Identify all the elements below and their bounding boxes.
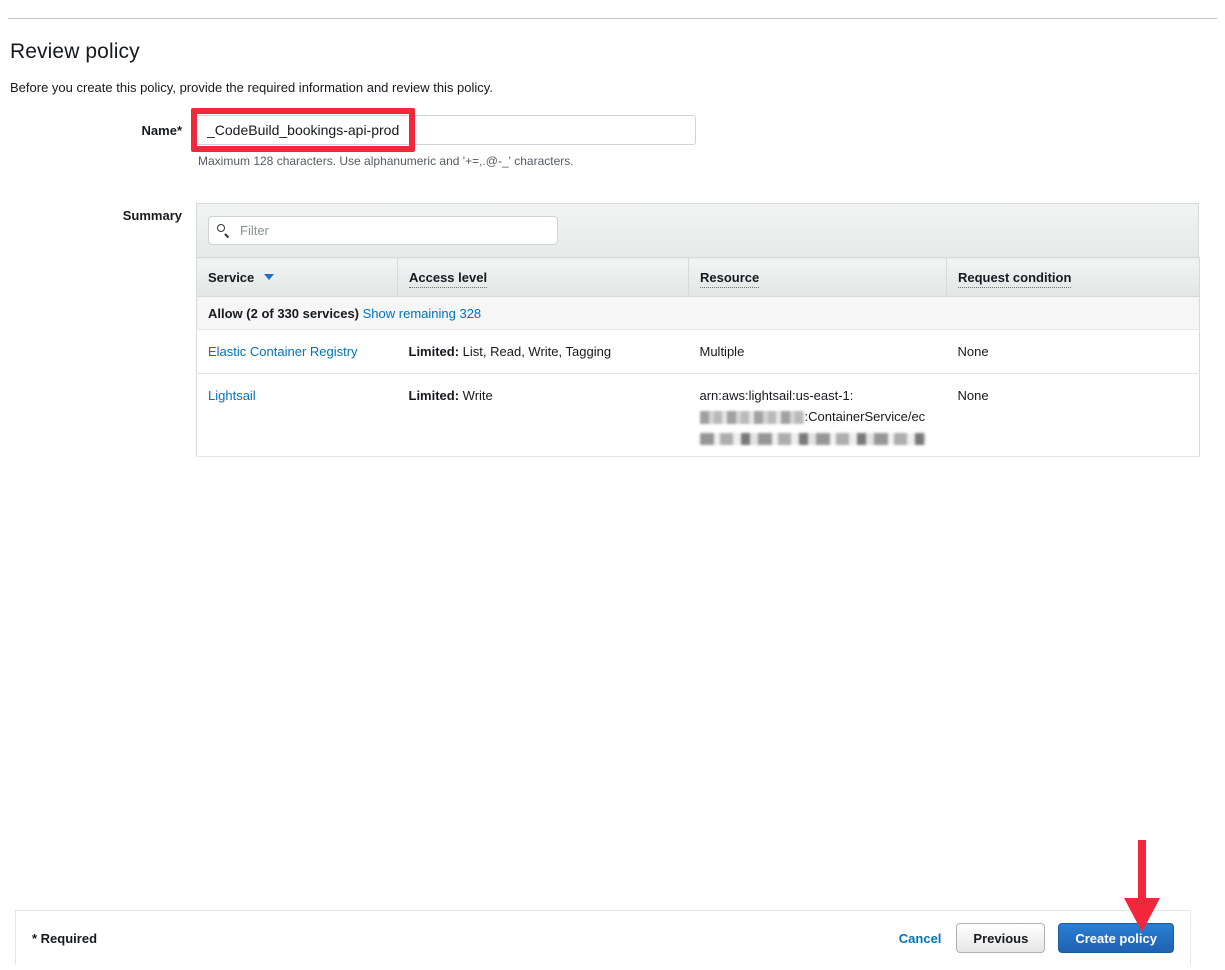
column-header-access-level[interactable]: Access level [397,257,689,297]
caret-down-icon [263,274,274,281]
column-header-service[interactable]: Service [196,257,398,297]
column-header-access-level-label: Access level [409,269,488,288]
redacted-resource-remainder [699,433,926,445]
summary-label: Summary [122,208,182,223]
permissions-summary-table: Service Access level Resource Request co… [196,257,1200,457]
allow-group-cell: Allow (2 of 330 services) Show remaining… [196,296,1200,330]
show-remaining-services-link[interactable]: Show remaining 328 [363,306,482,321]
table-row: Elastic Container Registry Limited: List… [196,329,1200,374]
name-field-label: Name* [141,123,182,138]
request-condition-value: None [957,344,989,359]
cancel-button[interactable]: Cancel [897,927,944,950]
footer-action-bar: * Required Cancel Previous Create policy [15,910,1191,965]
access-level-label: Limited: [408,344,460,359]
service-link-elastic-container-registry[interactable]: Elastic Container Registry [208,344,358,359]
resource-value: Multiple [699,344,745,359]
name-field-hint: Maximum 128 characters. Use alphanumeric… [198,154,574,168]
filter-input-wrapper[interactable] [208,216,558,245]
row-access-level-cell: Limited: List, Read, Write, Tagging [397,329,689,374]
create-policy-button[interactable]: Create policy [1058,923,1174,953]
column-header-resource[interactable]: Resource [688,257,947,297]
column-header-request-condition[interactable]: Request condition [946,257,1200,297]
resource-arn-suffix: :ContainerService/ec [804,409,926,424]
allow-group-row: Allow (2 of 330 services) Show remaining… [196,296,1200,330]
footer-button-group: Cancel Previous Create policy [897,923,1174,953]
required-note: * Required [32,930,98,946]
column-header-request-condition-label: Request condition [958,269,1072,288]
search-icon [217,223,231,238]
column-header-service-label: Service [208,269,255,285]
resource-arn-prefix: arn:aws:lightsail:us-east-1: [699,388,854,403]
redacted-account-id [699,411,805,425]
top-divider [8,18,1217,19]
service-link-lightsail[interactable]: Lightsail [208,388,256,403]
page-title: Review policy [10,40,140,63]
table-row: Lightsail Limited: Write arn:aws:lightsa… [196,373,1200,457]
row-resource-cell: Multiple [688,329,947,374]
column-header-resource-label: Resource [700,269,760,288]
row-resource-cell: arn:aws:lightsail:us-east-1::ContainerSe… [688,373,947,457]
row-service-cell: Elastic Container Registry [196,329,398,374]
filter-input[interactable] [238,222,549,239]
summary-filter-bar [196,203,1199,257]
page-subtitle: Before you create this policy, provide t… [10,80,493,95]
row-service-cell: Lightsail [196,373,398,457]
access-level-value: Write [459,388,493,403]
row-request-condition-cell: None [946,329,1200,374]
request-condition-value: None [957,388,989,403]
table-header-row: Service Access level Resource Request co… [196,257,1200,297]
previous-button[interactable]: Previous [956,923,1046,953]
access-level-value: List, Read, Write, Tagging [459,344,612,359]
row-request-condition-cell: None [946,373,1200,457]
policy-name-input[interactable] [196,115,696,145]
summary-panel: Service Access level Resource Request co… [196,203,1200,457]
row-access-level-cell: Limited: Write [397,373,689,457]
allow-group-title: Allow (2 of 330 services) [208,305,360,321]
access-level-label: Limited: [408,388,460,403]
